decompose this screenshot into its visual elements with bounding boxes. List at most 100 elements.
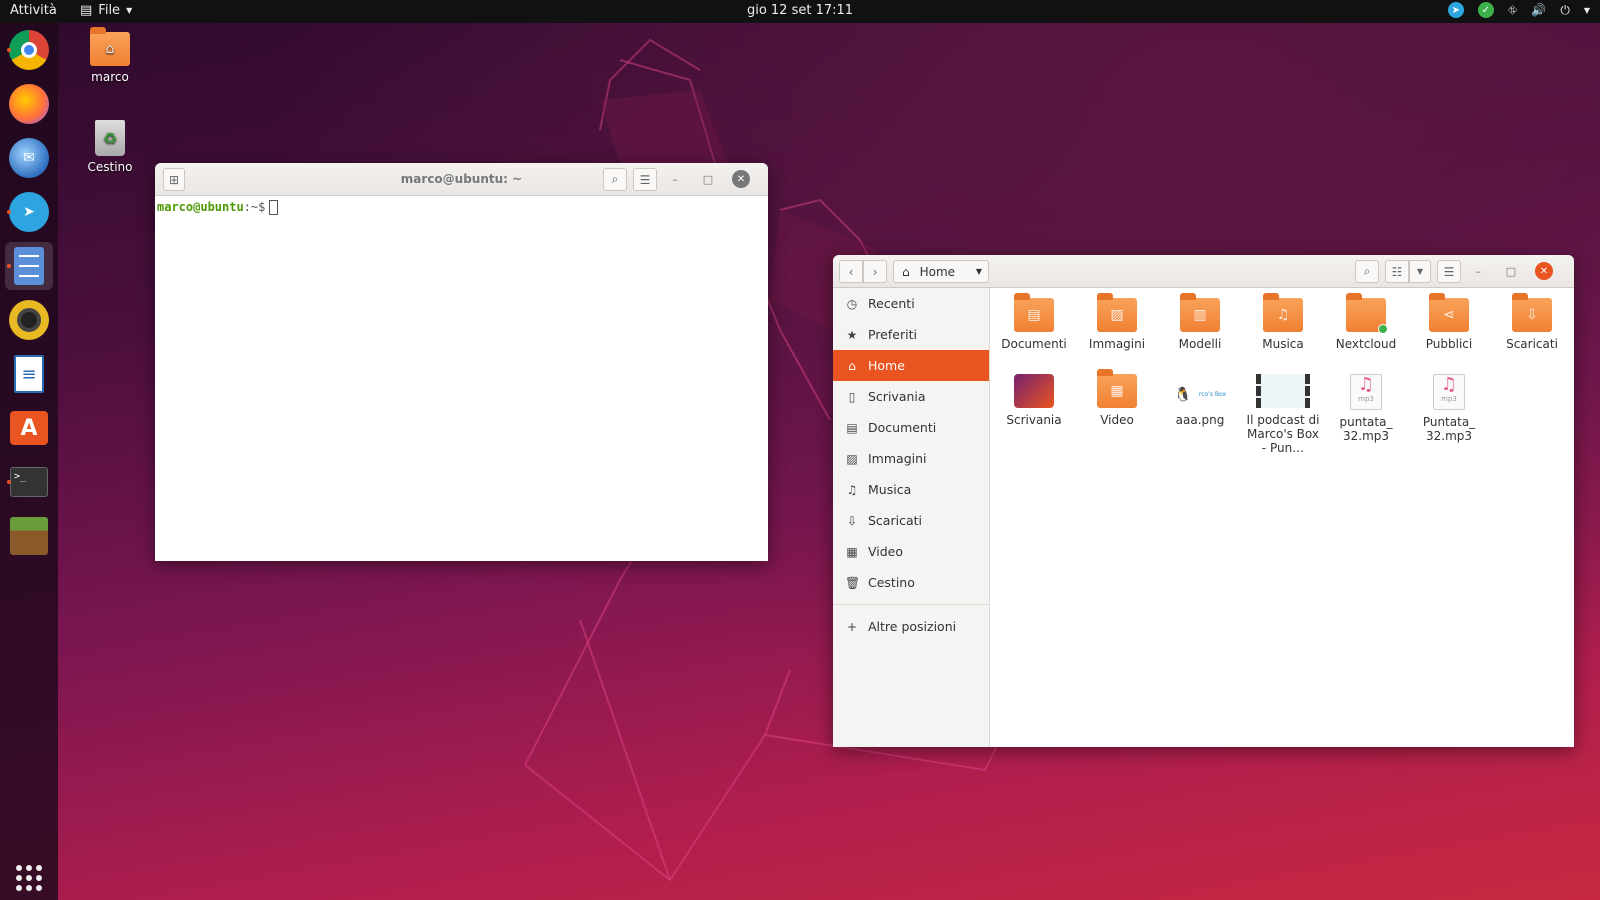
sidebar-item-other-locations[interactable]: + Altre posizioni	[833, 611, 989, 642]
terminal-search-button[interactable]: ⌕	[603, 168, 627, 191]
maximize-button[interactable]: □	[1502, 262, 1520, 280]
dock-writer[interactable]: ≡	[5, 350, 53, 398]
file-item-puntata-upper[interactable]: ♫ mp3 Puntata_ 32.mp3	[1409, 374, 1489, 443]
dock-chrome[interactable]	[5, 26, 53, 74]
close-button[interactable]: ✕	[732, 170, 750, 188]
file-item-aaa-png[interactable]: 🐧 rco's Box aaa.png	[1160, 374, 1240, 427]
app-menu[interactable]: ▤ File ▼	[80, 3, 132, 18]
terminal-icon: >_	[10, 467, 48, 497]
sidebar-item-starred[interactable]: ★ Preferiti	[833, 319, 989, 350]
file-item-scrivania[interactable]: Scrivania	[994, 374, 1074, 427]
forward-button[interactable]: ›	[863, 260, 887, 283]
terminal-body[interactable]: marco@ubuntu:~$	[155, 196, 768, 219]
sidebar-item-music[interactable]: ♫ Musica	[833, 474, 989, 505]
audio-file-icon: ♫ mp3	[1433, 374, 1465, 410]
caret-down-icon: ▼	[1416, 267, 1424, 276]
file-item-documenti[interactable]: ▤ Documenti	[994, 293, 1074, 351]
sidebar-item-label: Preferiti	[868, 327, 917, 342]
home-folder-icon: ⌂	[90, 27, 130, 66]
system-menu-caret-icon[interactable]: ▼	[1584, 6, 1590, 15]
file-item-label: Musica	[1262, 337, 1304, 351]
file-item-label: Puntata_ 32.mp3	[1422, 415, 1476, 443]
desktop-trash[interactable]: ♻ Cestino	[65, 120, 155, 174]
file-item-video[interactable]: ▦ Video	[1077, 369, 1157, 427]
sync-ok-badge-icon	[1378, 324, 1388, 334]
dock-telegram[interactable]: ➤	[5, 188, 53, 236]
file-item-podcast[interactable]: Il podcast di Marco's Box - Pun…	[1243, 374, 1323, 455]
pictures-folder-icon: ▨	[1097, 293, 1137, 332]
activities-button[interactable]: Attività	[10, 3, 57, 18]
home-icon: ⌂	[848, 358, 856, 373]
sidebar-item-home[interactable]: ⌂ Home	[833, 350, 989, 381]
file-grid[interactable]: ▤ Documenti ▨ Immagini ▥ Modelli ♫ Music…	[990, 288, 1574, 747]
sidebar-item-downloads[interactable]: ⇩ Scaricati	[833, 505, 989, 536]
terminal-window[interactable]: ⊞ marco@ubuntu: ~ ⌕ ☰ – □ ✕ marco@ubuntu…	[155, 163, 768, 561]
sidebar-item-pictures[interactable]: ▨ Immagini	[833, 443, 989, 474]
files-headerbar[interactable]: ‹ › ⌂ Home ▼ ⌕ ☷ ▼ ☰ – □ ✕	[833, 255, 1574, 288]
star-icon: ★	[846, 327, 858, 342]
terminal-headerbar[interactable]: ⊞ marco@ubuntu: ~ ⌕ ☰ – □ ✕	[155, 163, 768, 196]
file-item-scaricati[interactable]: ⇩ Scaricati	[1492, 293, 1572, 351]
sidebar-item-recent[interactable]: ◷ Recenti	[833, 288, 989, 319]
close-icon: ✕	[736, 173, 746, 185]
desktop-home-folder[interactable]: ⌂ marco	[65, 27, 155, 84]
network-icon[interactable]: ⛗	[1508, 3, 1518, 18]
sidebar-item-label: Immagini	[868, 451, 927, 466]
prompt-user: marco@ubuntu	[157, 200, 244, 214]
dock-rhythmbox[interactable]	[5, 296, 53, 344]
video-thumbnail-icon	[1256, 374, 1310, 408]
sidebar-item-videos[interactable]: ▦ Video	[833, 536, 989, 567]
files-window[interactable]: ‹ › ⌂ Home ▼ ⌕ ☷ ▼ ☰ – □ ✕ ◷ Recenti ★ Pre…	[833, 255, 1574, 747]
view-options-button[interactable]: ▼	[1409, 260, 1431, 283]
clock[interactable]: gio 12 set 17:11	[747, 3, 853, 18]
dock-software[interactable]: A	[5, 404, 53, 452]
terminal-menu-button[interactable]: ☰	[633, 168, 657, 191]
minimize-icon: –	[672, 172, 678, 186]
volume-icon[interactable]: 🔊	[1531, 3, 1546, 17]
videos-folder-icon: ▦	[1097, 369, 1137, 408]
file-item-nextcloud[interactable]: Nextcloud	[1326, 293, 1406, 351]
file-item-musica[interactable]: ♫ Musica	[1243, 293, 1323, 351]
power-icon[interactable]: ⏻	[1560, 3, 1570, 18]
file-item-label: Video	[1100, 413, 1134, 427]
minimize-button[interactable]: –	[666, 170, 684, 188]
view-mode-button[interactable]: ☷	[1385, 260, 1409, 283]
hamburger-menu-icon: ☰	[1443, 264, 1455, 279]
file-item-label: Il podcast di Marco's Box - Pun…	[1246, 413, 1320, 455]
file-item-immagini[interactable]: ▨ Immagini	[1077, 293, 1157, 351]
telegram-tray-icon[interactable]: ➤	[1447, 2, 1464, 18]
running-indicator	[7, 480, 11, 484]
show-applications-button[interactable]	[14, 863, 44, 893]
file-item-label: Scrivania	[1006, 413, 1062, 427]
files-menu-button[interactable]: ☰	[1437, 260, 1461, 283]
files-search-button[interactable]: ⌕	[1355, 260, 1379, 283]
dock-files[interactable]	[5, 242, 53, 290]
maximize-button[interactable]: □	[699, 170, 717, 188]
maximize-icon: □	[1505, 264, 1517, 278]
location-button[interactable]: ⌂ Home ▼	[893, 260, 989, 283]
minimize-button[interactable]: –	[1469, 262, 1487, 280]
firefox-icon	[9, 84, 49, 124]
chevron-right-icon: ›	[872, 264, 878, 279]
document-icon: ▤	[846, 420, 858, 435]
plus-icon: +	[846, 619, 858, 634]
dock-firefox[interactable]	[5, 80, 53, 128]
dock-minecraft[interactable]	[5, 512, 53, 560]
software-icon: A	[10, 411, 48, 445]
sidebar-item-trash[interactable]: 🗑 Cestino	[833, 567, 989, 598]
file-item-label: Immagini	[1088, 337, 1146, 351]
file-item-pubblici[interactable]: ⋖ Pubblici	[1409, 293, 1489, 351]
sidebar-item-documents[interactable]: ▤ Documenti	[833, 412, 989, 443]
file-item-modelli[interactable]: ▥ Modelli	[1160, 293, 1240, 351]
dock-terminal[interactable]: >_	[5, 458, 53, 506]
sidebar-item-desktop[interactable]: ▯ Scrivania	[833, 381, 989, 412]
nextcloud-folder-icon	[1346, 293, 1388, 334]
dock-thunderbird[interactable]: ✉	[5, 134, 53, 182]
nextcloud-sync-ok-icon[interactable]: ✓	[1477, 2, 1494, 18]
back-button[interactable]: ‹	[839, 260, 863, 283]
telegram-icon: ➤	[9, 192, 49, 232]
file-item-puntata-lower[interactable]: ♫ mp3 puntata_ 32.mp3	[1326, 374, 1406, 443]
music-folder-icon: ♫	[1263, 293, 1303, 332]
close-button[interactable]: ✕	[1535, 262, 1553, 280]
film-icon: ▦	[846, 544, 858, 559]
